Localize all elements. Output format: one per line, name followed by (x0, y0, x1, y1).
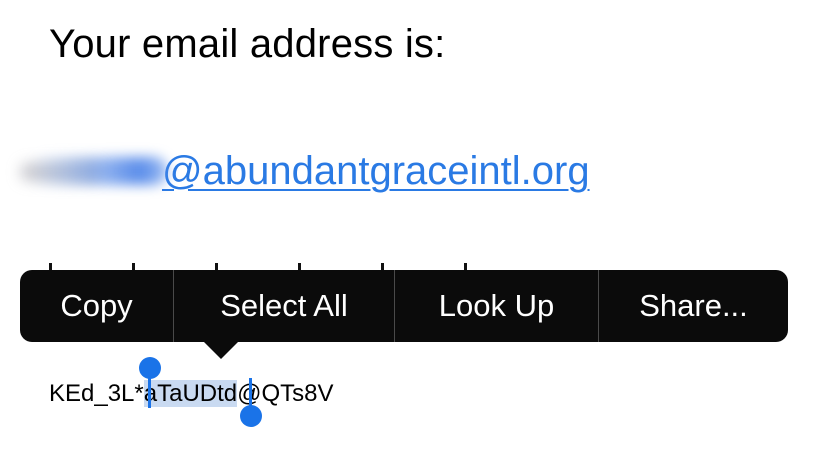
selectable-text-line[interactable]: KEd_3L*aTaUDtd@QTs8V (49, 378, 334, 410)
page-heading: Your email address is: (49, 22, 446, 66)
menu-item-share[interactable]: Share... (599, 270, 788, 342)
email-link[interactable]: @abundantgraceintl.org (162, 149, 590, 194)
selection-end-handle-knob[interactable] (240, 405, 262, 427)
blurred-email-local-part (20, 149, 170, 193)
menu-item-look-up[interactable]: Look Up (395, 270, 598, 342)
menu-item-select-all[interactable]: Select All (174, 270, 394, 342)
selection-start-caret[interactable] (148, 372, 151, 408)
email-address-row: @abundantgraceintl.org (20, 143, 590, 199)
menu-pointer-arrow (204, 342, 238, 359)
text-before-selection: KEd_3L* (49, 380, 144, 407)
email-screen: Your email address is: @abundantgraceint… (0, 0, 828, 465)
menu-item-copy[interactable]: Copy (20, 270, 173, 342)
blur-smear-blue (30, 157, 168, 185)
text-context-menu: Copy Select All Look Up Share... (20, 270, 788, 359)
text-selection[interactable]: aTaUDtd (143, 380, 238, 407)
